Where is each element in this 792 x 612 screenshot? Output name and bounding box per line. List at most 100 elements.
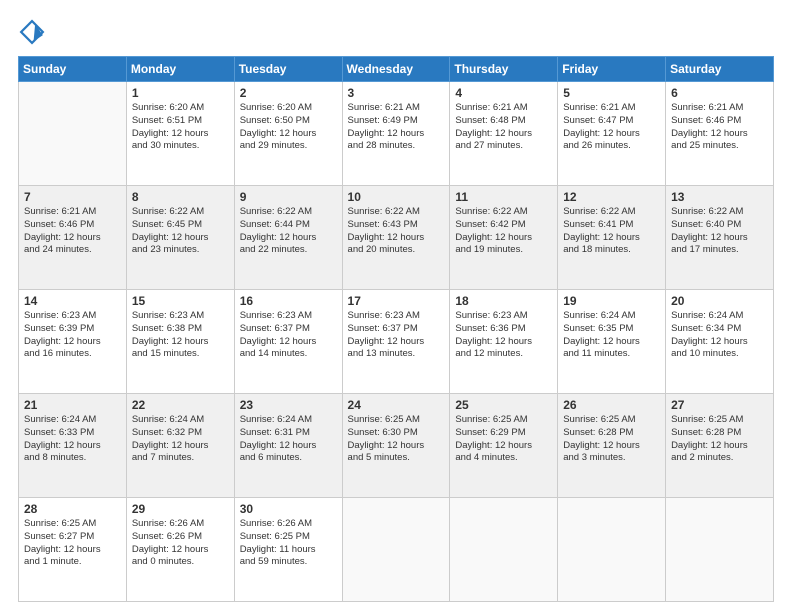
cell-info: Sunrise: 6:22 AM Sunset: 6:41 PM Dayligh… bbox=[563, 206, 660, 257]
cell-info: Sunrise: 6:21 AM Sunset: 6:49 PM Dayligh… bbox=[348, 102, 445, 153]
cell-info: Sunrise: 6:25 AM Sunset: 6:28 PM Dayligh… bbox=[671, 414, 768, 465]
cell-info: Sunrise: 6:21 AM Sunset: 6:46 PM Dayligh… bbox=[671, 102, 768, 153]
weekday-header-wednesday: Wednesday bbox=[342, 57, 450, 82]
weekday-header-sunday: Sunday bbox=[19, 57, 127, 82]
cell-info: Sunrise: 6:21 AM Sunset: 6:48 PM Dayligh… bbox=[455, 102, 552, 153]
weekday-header-row: SundayMondayTuesdayWednesdayThursdayFrid… bbox=[19, 57, 774, 82]
day-number: 6 bbox=[671, 86, 768, 100]
cell-info: Sunrise: 6:21 AM Sunset: 6:47 PM Dayligh… bbox=[563, 102, 660, 153]
day-number: 11 bbox=[455, 190, 552, 204]
calendar-table: SundayMondayTuesdayWednesdayThursdayFrid… bbox=[18, 56, 774, 602]
cell-info: Sunrise: 6:25 AM Sunset: 6:28 PM Dayligh… bbox=[563, 414, 660, 465]
cell-info: Sunrise: 6:26 AM Sunset: 6:26 PM Dayligh… bbox=[132, 518, 229, 569]
calendar-cell bbox=[666, 498, 774, 602]
cell-info: Sunrise: 6:23 AM Sunset: 6:39 PM Dayligh… bbox=[24, 310, 121, 361]
day-number: 21 bbox=[24, 398, 121, 412]
calendar-cell: 23 Sunrise: 6:24 AM Sunset: 6:31 PM Dayli… bbox=[234, 394, 342, 498]
calendar-cell: 8Sunrise: 6:22 AM Sunset: 6:45 PM Daylig… bbox=[126, 186, 234, 290]
cell-info: Sunrise: 6:24 AM Sunset: 6:35 PM Dayligh… bbox=[563, 310, 660, 361]
weekday-header-saturday: Saturday bbox=[666, 57, 774, 82]
calendar-cell: 2 Sunrise: 6:20 AM Sunset: 6:50 PM Daylig… bbox=[234, 82, 342, 186]
week-row-5: 28 Sunrise: 6:25 AM Sunset: 6:27 PM Dayli… bbox=[19, 498, 774, 602]
calendar-cell: 17 Sunrise: 6:23 AM Sunset: 6:37 PM Dayli… bbox=[342, 290, 450, 394]
calendar-cell bbox=[558, 498, 666, 602]
cell-info: Sunrise: 6:24 AM Sunset: 6:32 PM Dayligh… bbox=[132, 414, 229, 465]
day-number: 1 bbox=[132, 86, 229, 100]
weekday-header-friday: Friday bbox=[558, 57, 666, 82]
week-row-4: 21 Sunrise: 6:24 AM Sunset: 6:33 PM Dayli… bbox=[19, 394, 774, 498]
calendar-cell: 22 Sunrise: 6:24 AM Sunset: 6:32 PM Dayli… bbox=[126, 394, 234, 498]
calendar-cell bbox=[342, 498, 450, 602]
week-row-3: 14 Sunrise: 6:23 AM Sunset: 6:39 PM Dayli… bbox=[19, 290, 774, 394]
day-number: 25 bbox=[455, 398, 552, 412]
calendar-cell: 25 Sunrise: 6:25 AM Sunset: 6:29 PM Dayli… bbox=[450, 394, 558, 498]
day-number: 29 bbox=[132, 502, 229, 516]
weekday-header-thursday: Thursday bbox=[450, 57, 558, 82]
cell-info: Sunrise: 6:23 AM Sunset: 6:36 PM Dayligh… bbox=[455, 310, 552, 361]
calendar-cell: 3Sunrise: 6:21 AM Sunset: 6:49 PM Daylig… bbox=[342, 82, 450, 186]
day-number: 15 bbox=[132, 294, 229, 308]
calendar-cell: 12 Sunrise: 6:22 AM Sunset: 6:41 PM Dayli… bbox=[558, 186, 666, 290]
calendar-cell: 16 Sunrise: 6:23 AM Sunset: 6:37 PM Dayli… bbox=[234, 290, 342, 394]
calendar-cell: 15 Sunrise: 6:23 AM Sunset: 6:38 PM Dayli… bbox=[126, 290, 234, 394]
calendar-cell bbox=[450, 498, 558, 602]
cell-info: Sunrise: 6:25 AM Sunset: 6:27 PM Dayligh… bbox=[24, 518, 121, 569]
calendar-cell: 5 Sunrise: 6:21 AM Sunset: 6:47 PM Daylig… bbox=[558, 82, 666, 186]
page: SundayMondayTuesdayWednesdayThursdayFrid… bbox=[0, 0, 792, 612]
cell-info: Sunrise: 6:22 AM Sunset: 6:40 PM Dayligh… bbox=[671, 206, 768, 257]
calendar-cell: 13 Sunrise: 6:22 AM Sunset: 6:40 PM Dayli… bbox=[666, 186, 774, 290]
cell-info: Sunrise: 6:20 AM Sunset: 6:50 PM Dayligh… bbox=[240, 102, 337, 153]
cell-info: Sunrise: 6:23 AM Sunset: 6:37 PM Dayligh… bbox=[348, 310, 445, 361]
calendar-cell: 24Sunrise: 6:25 AM Sunset: 6:30 PM Dayli… bbox=[342, 394, 450, 498]
cell-info: Sunrise: 6:21 AM Sunset: 6:46 PM Dayligh… bbox=[24, 206, 121, 257]
day-number: 16 bbox=[240, 294, 337, 308]
calendar-cell: 21 Sunrise: 6:24 AM Sunset: 6:33 PM Dayli… bbox=[19, 394, 127, 498]
day-number: 5 bbox=[563, 86, 660, 100]
day-number: 14 bbox=[24, 294, 121, 308]
day-number: 8 bbox=[132, 190, 229, 204]
calendar-cell: 7Sunrise: 6:21 AM Sunset: 6:46 PM Daylig… bbox=[19, 186, 127, 290]
calendar-cell: 11 Sunrise: 6:22 AM Sunset: 6:42 PM Dayli… bbox=[450, 186, 558, 290]
cell-info: Sunrise: 6:23 AM Sunset: 6:38 PM Dayligh… bbox=[132, 310, 229, 361]
day-number: 28 bbox=[24, 502, 121, 516]
day-number: 27 bbox=[671, 398, 768, 412]
cell-info: Sunrise: 6:23 AM Sunset: 6:37 PM Dayligh… bbox=[240, 310, 337, 361]
header bbox=[18, 18, 774, 46]
day-number: 23 bbox=[240, 398, 337, 412]
calendar-cell: 4 Sunrise: 6:21 AM Sunset: 6:48 PM Daylig… bbox=[450, 82, 558, 186]
day-number: 9 bbox=[240, 190, 337, 204]
day-number: 10 bbox=[348, 190, 445, 204]
day-number: 26 bbox=[563, 398, 660, 412]
calendar-cell: 28 Sunrise: 6:25 AM Sunset: 6:27 PM Dayli… bbox=[19, 498, 127, 602]
day-number: 12 bbox=[563, 190, 660, 204]
day-number: 13 bbox=[671, 190, 768, 204]
cell-info: Sunrise: 6:20 AM Sunset: 6:51 PM Dayligh… bbox=[132, 102, 229, 153]
cell-info: Sunrise: 6:22 AM Sunset: 6:42 PM Dayligh… bbox=[455, 206, 552, 257]
logo-icon bbox=[18, 18, 46, 46]
cell-info: Sunrise: 6:25 AM Sunset: 6:29 PM Dayligh… bbox=[455, 414, 552, 465]
cell-info: Sunrise: 6:24 AM Sunset: 6:31 PM Dayligh… bbox=[240, 414, 337, 465]
weekday-header-tuesday: Tuesday bbox=[234, 57, 342, 82]
calendar-cell bbox=[19, 82, 127, 186]
cell-info: Sunrise: 6:24 AM Sunset: 6:34 PM Dayligh… bbox=[671, 310, 768, 361]
calendar-cell: 27 Sunrise: 6:25 AM Sunset: 6:28 PM Dayli… bbox=[666, 394, 774, 498]
day-number: 4 bbox=[455, 86, 552, 100]
day-number: 30 bbox=[240, 502, 337, 516]
calendar-cell: 30Sunrise: 6:26 AM Sunset: 6:25 PM Dayli… bbox=[234, 498, 342, 602]
day-number: 24 bbox=[348, 398, 445, 412]
cell-info: Sunrise: 6:24 AM Sunset: 6:33 PM Dayligh… bbox=[24, 414, 121, 465]
weekday-header-monday: Monday bbox=[126, 57, 234, 82]
calendar-cell: 29 Sunrise: 6:26 AM Sunset: 6:26 PM Dayli… bbox=[126, 498, 234, 602]
day-number: 19 bbox=[563, 294, 660, 308]
calendar-cell: 20Sunrise: 6:24 AM Sunset: 6:34 PM Dayli… bbox=[666, 290, 774, 394]
week-row-1: 1 Sunrise: 6:20 AM Sunset: 6:51 PM Daylig… bbox=[19, 82, 774, 186]
calendar-cell: 26 Sunrise: 6:25 AM Sunset: 6:28 PM Dayli… bbox=[558, 394, 666, 498]
calendar-cell: 10Sunrise: 6:22 AM Sunset: 6:43 PM Dayli… bbox=[342, 186, 450, 290]
day-number: 22 bbox=[132, 398, 229, 412]
logo bbox=[18, 18, 50, 46]
day-number: 17 bbox=[348, 294, 445, 308]
calendar-cell: 9Sunrise: 6:22 AM Sunset: 6:44 PM Daylig… bbox=[234, 186, 342, 290]
week-row-2: 7Sunrise: 6:21 AM Sunset: 6:46 PM Daylig… bbox=[19, 186, 774, 290]
day-number: 18 bbox=[455, 294, 552, 308]
day-number: 2 bbox=[240, 86, 337, 100]
